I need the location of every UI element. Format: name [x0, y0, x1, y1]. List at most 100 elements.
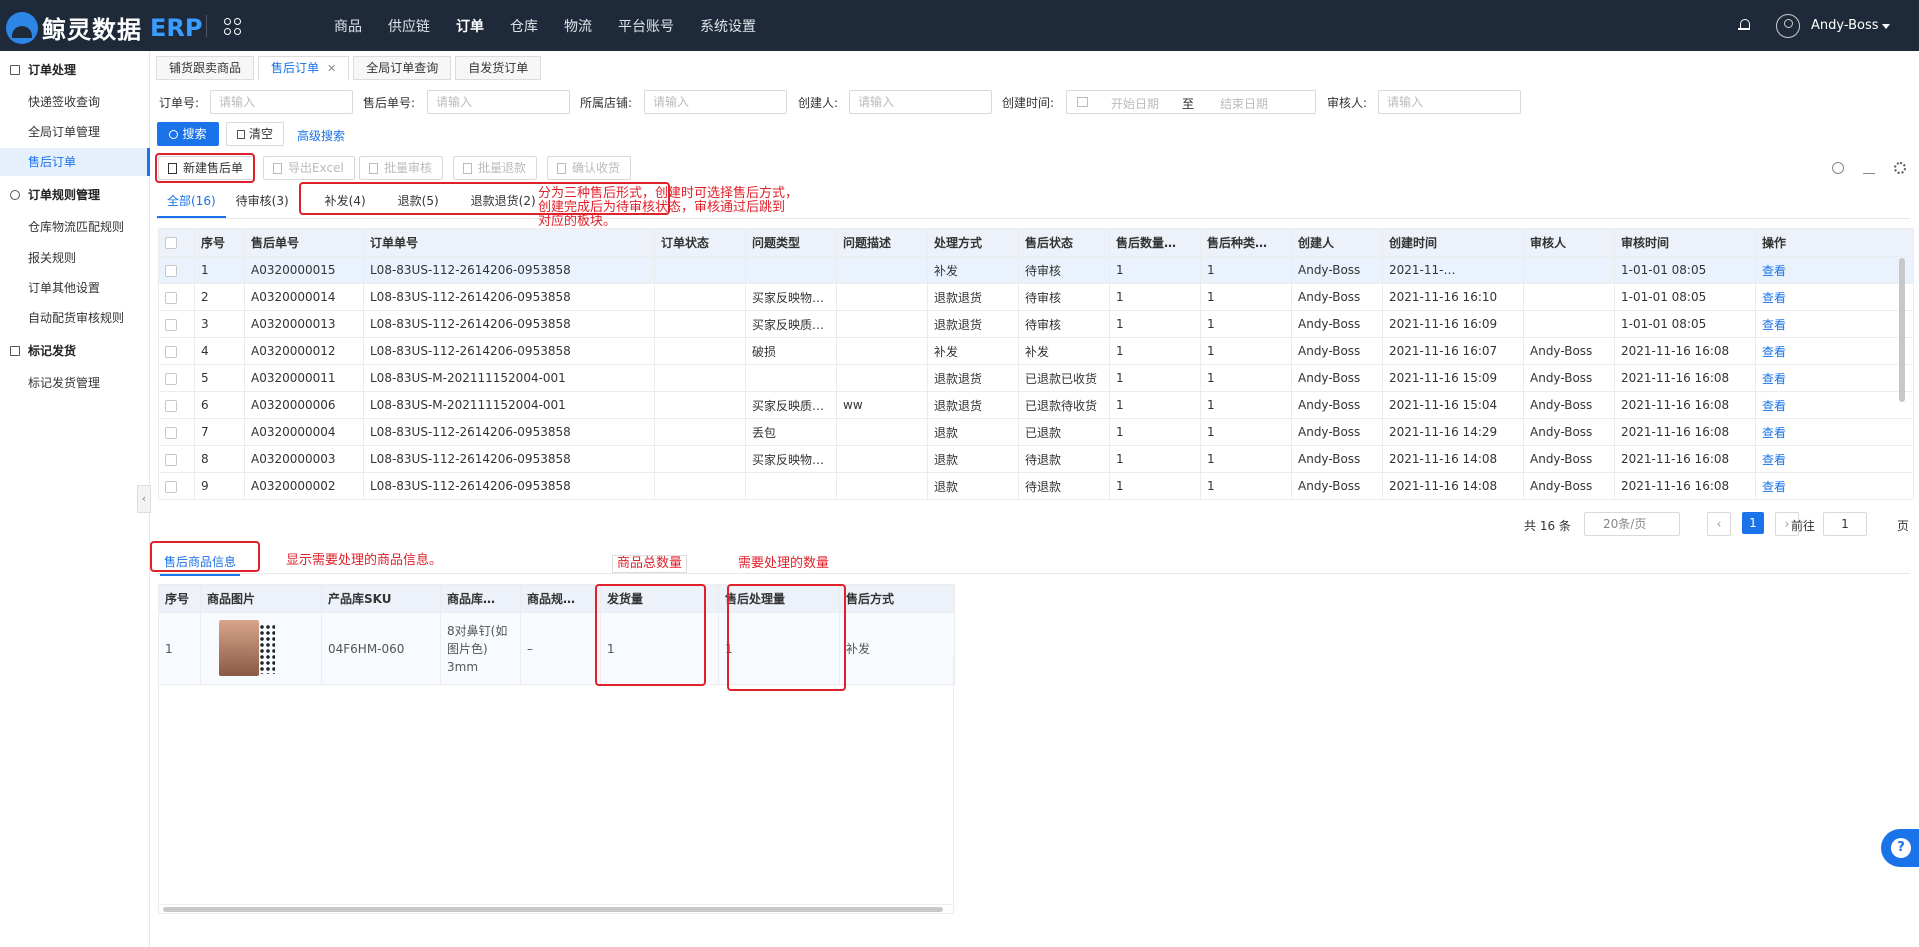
tab-self-ship-orders[interactable]: 自发货订单 — [455, 56, 542, 80]
goto-page-input[interactable]: 1 — [1823, 512, 1867, 536]
table-row[interactable]: 3 A0320000013 L08-83US-112-2614206-0953858… — [158, 310, 1914, 338]
close-icon[interactable]: ✕ — [327, 62, 336, 75]
row-checkbox[interactable] — [158, 310, 195, 338]
search-button[interactable]: 搜索 — [157, 122, 219, 146]
collapse-sidebar-button[interactable]: ‹ — [137, 485, 151, 513]
sidebar-group-order-processing[interactable]: 订单处理 — [10, 61, 76, 78]
sidebar-group-order-rules[interactable]: 订单规则管理 — [10, 186, 100, 203]
goods-table-scrollbar[interactable] — [158, 904, 954, 914]
download-icon[interactable] — [1863, 162, 1875, 174]
page-size-select[interactable]: 20条/页 — [1584, 512, 1680, 536]
col-sku: 产品库SKU — [321, 584, 441, 613]
tab-distribution-goods[interactable]: 铺货跟卖商品 — [156, 56, 255, 80]
nav-goods[interactable]: 商品 — [334, 16, 362, 36]
sidebar-group-mark-shipping[interactable]: 标记发货 — [10, 342, 76, 359]
export-excel-button[interactable]: 导出Excel — [263, 156, 355, 180]
creator-input[interactable]: 请输入 — [849, 90, 992, 114]
table-cell: 2021-11-16 16:08 — [1614, 364, 1756, 392]
sidebar-item-global-orders[interactable]: 全局订单管理 — [0, 118, 150, 146]
batch-refund-button[interactable]: 批量退款 — [453, 156, 538, 180]
apps-icon[interactable] — [224, 18, 242, 36]
view-link[interactable]: 查看 — [1755, 418, 1914, 446]
row-checkbox[interactable] — [158, 256, 195, 284]
view-link[interactable]: 查看 — [1755, 337, 1914, 365]
created-time-range[interactable]: 开始日期 至 结束日期 — [1066, 90, 1316, 114]
advanced-search-link[interactable]: 高级搜索 — [297, 127, 345, 144]
sidebar-item-after-sales[interactable]: 售后订单 — [0, 148, 150, 176]
nav-warehouse[interactable]: 仓库 — [510, 16, 538, 36]
user-name[interactable]: Andy-Boss — [1811, 18, 1879, 33]
view-link[interactable]: 查看 — [1755, 472, 1914, 500]
reviewer-input[interactable]: 请输入 — [1378, 90, 1521, 114]
view-link[interactable]: 查看 — [1755, 310, 1914, 338]
confirm-receipt-button[interactable]: 确认收货 — [547, 156, 632, 180]
row-checkbox[interactable] — [158, 283, 195, 311]
view-link[interactable]: 查看 — [1755, 283, 1914, 311]
tab-pending-review[interactable]: 待审核(3) — [226, 188, 299, 218]
table-row[interactable]: 8 A0320000003 L08-83US-112-2614206-0953858… — [158, 445, 1914, 473]
table-row[interactable]: 7 A0320000004 L08-83US-112-2614206-0953858… — [158, 418, 1914, 446]
row-checkbox[interactable] — [158, 337, 195, 365]
start-date-input[interactable]: 开始日期 — [1111, 95, 1159, 112]
table-row[interactable]: 5 A0320000011 L08-83US-M-202111152004-001 退… — [158, 364, 1914, 392]
sidebar-item-warehouse-logistics[interactable]: 仓库物流匹配规则 — [0, 213, 150, 241]
view-link[interactable]: 查看 — [1755, 256, 1914, 284]
table-cell — [1523, 310, 1615, 338]
col-goods-spec: 商品规… — [520, 584, 601, 613]
after-sales-no-input[interactable]: 请输入 — [427, 90, 570, 114]
prev-page-button[interactable]: ‹ — [1707, 512, 1731, 536]
view-link[interactable]: 查看 — [1755, 445, 1914, 473]
help-button[interactable]: ? — [1881, 829, 1919, 867]
file-icon — [557, 163, 566, 174]
sidebar-item-auto-review[interactable]: 自动配货审核规则 — [0, 304, 150, 332]
nav-logistics[interactable]: 物流 — [564, 16, 592, 36]
caret-down-icon[interactable] — [1882, 24, 1890, 29]
col-after-kind[interactable]: 售后种类… — [1200, 228, 1292, 257]
table-cell: A0320000002 — [244, 472, 364, 500]
settings-icon[interactable] — [1894, 162, 1906, 174]
row-checkbox[interactable] — [158, 445, 195, 473]
table-row[interactable]: 4 A0320000012 L08-83US-112-2614206-0953858… — [158, 337, 1914, 365]
col-after-qty[interactable]: 售后数量… — [1109, 228, 1201, 257]
row-checkbox[interactable] — [158, 418, 195, 446]
bell-icon[interactable] — [1738, 18, 1750, 32]
page-1[interactable]: 1 — [1742, 512, 1764, 534]
table-cell: 待退款 — [1018, 472, 1110, 500]
view-link[interactable]: 查看 — [1755, 391, 1914, 419]
avatar[interactable] — [1776, 14, 1800, 38]
tab-after-sales[interactable]: 售后订单 ✕ — [258, 56, 350, 80]
table-row[interactable]: 6 A0320000006 L08-83US-M-202111152004-001 买… — [158, 391, 1914, 419]
col-created-time[interactable]: 创建时间 — [1382, 228, 1524, 257]
table-cell: 已退款待收货 — [1018, 391, 1110, 419]
logo[interactable]: 鲸灵数据 ERP — [6, 10, 202, 45]
refresh-icon[interactable] — [1832, 162, 1844, 174]
end-date-input[interactable]: 结束日期 — [1220, 95, 1268, 112]
table-row[interactable]: 2 A0320000014 L08-83US-112-2614206-0953858… — [158, 283, 1914, 311]
label-after-sales-no: 售后单号: — [363, 96, 416, 110]
col-review-time[interactable]: 审核时间 — [1614, 228, 1756, 257]
table-scrollbar[interactable] — [1899, 258, 1905, 402]
store-input[interactable]: 请输入 — [644, 90, 787, 114]
row-checkbox[interactable] — [158, 472, 195, 500]
table-row[interactable]: 9 A0320000002 L08-83US-112-2614206-0953858… — [158, 472, 1914, 500]
select-all-checkbox[interactable] — [158, 228, 195, 257]
tab-all[interactable]: 全部(16) — [157, 188, 226, 218]
nav-platform-accounts[interactable]: 平台账号 — [618, 16, 674, 36]
sidebar-item-delivery-sign[interactable]: 快递签收查询 — [0, 88, 150, 116]
clear-button[interactable]: 清空 — [226, 122, 284, 146]
nav-supply-chain[interactable]: 供应链 — [388, 16, 430, 36]
table-row[interactable]: 1 A0320000015 L08-83US-112-2614206-0953858… — [158, 256, 1914, 284]
nav-system-settings[interactable]: 系统设置 — [700, 16, 756, 36]
divider — [157, 218, 1910, 219]
batch-review-button[interactable]: 批量审核 — [359, 156, 444, 180]
order-no-input[interactable]: 请输入 — [210, 90, 353, 114]
sidebar-item-mark-shipping-mgmt[interactable]: 标记发货管理 — [0, 369, 150, 397]
sidebar-item-other-settings[interactable]: 订单其他设置 — [0, 274, 150, 302]
table-cell: Andy-Boss — [1523, 364, 1615, 392]
nav-orders[interactable]: 订单 — [456, 16, 484, 36]
row-checkbox[interactable] — [158, 364, 195, 392]
view-link[interactable]: 查看 — [1755, 364, 1914, 392]
sidebar-item-customs[interactable]: 报关规则 — [0, 244, 150, 272]
row-checkbox[interactable] — [158, 391, 195, 419]
tab-global-order-query[interactable]: 全局订单查询 — [353, 56, 452, 80]
